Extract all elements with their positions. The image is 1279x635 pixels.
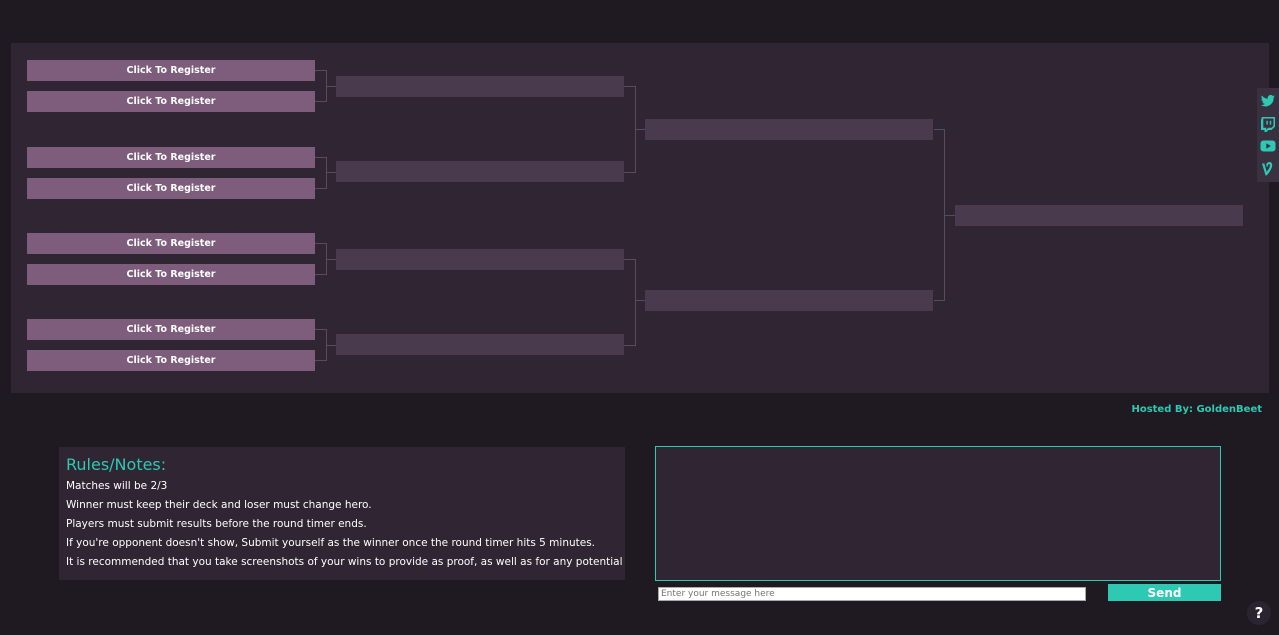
rules-line: Players must submit results before the r…	[66, 518, 367, 530]
rules-line: Matches will be 2/3	[66, 480, 168, 492]
rules-line: If you're opponent doesn't show, Submit …	[66, 537, 596, 549]
register-slot-5[interactable]: Click To Register	[27, 233, 315, 254]
register-slot-8[interactable]: Click To Register	[27, 350, 315, 371]
register-slot-6[interactable]: Click To Register	[27, 264, 315, 285]
twitter-icon[interactable]	[1260, 93, 1276, 109]
round2-slot-2	[336, 161, 624, 182]
rules-panel: Rules/Notes: Matches will be 2/3 Winner …	[59, 447, 625, 580]
register-slot-1[interactable]: Click To Register	[27, 60, 315, 81]
round2-slot-1	[336, 76, 624, 97]
round2-slot-4	[336, 334, 624, 355]
round2-slot-3	[336, 249, 624, 270]
register-slot-3[interactable]: Click To Register	[27, 147, 315, 168]
register-slot-2[interactable]: Click To Register	[27, 91, 315, 112]
bracket-connector	[327, 86, 336, 87]
bracket-connector	[327, 172, 336, 173]
bracket-connector	[315, 70, 327, 102]
help-button[interactable]: ?	[1247, 601, 1271, 625]
twitch-icon[interactable]	[1260, 116, 1276, 132]
register-slot-7[interactable]: Click To Register	[27, 319, 315, 340]
rules-line: Winner must keep their deck and loser mu…	[66, 499, 372, 511]
social-bar	[1257, 88, 1279, 182]
bracket-connector	[624, 259, 636, 346]
final-slot	[955, 205, 1243, 226]
send-button[interactable]: Send	[1108, 584, 1221, 601]
vine-icon[interactable]	[1260, 161, 1276, 177]
bracket-connector	[315, 243, 327, 275]
bracket-connector	[934, 129, 945, 301]
bracket-connector	[636, 129, 645, 130]
bracket-connector	[624, 86, 636, 173]
bracket-connector	[327, 345, 336, 346]
bracket-connector	[636, 300, 645, 301]
hosted-by-label: Hosted By: GoldenBeet	[1131, 404, 1262, 415]
bracket-connector	[945, 215, 955, 216]
bracket-connector	[315, 157, 327, 189]
bracket-connector	[327, 259, 336, 260]
youtube-icon[interactable]	[1260, 138, 1276, 154]
chat-messages[interactable]	[655, 446, 1221, 581]
round3-slot-2	[645, 290, 933, 311]
rules-title: Rules/Notes:	[66, 455, 167, 474]
chat-message-input[interactable]	[658, 587, 1086, 601]
bracket-connector	[315, 329, 327, 361]
round3-slot-1	[645, 119, 933, 140]
register-slot-4[interactable]: Click To Register	[27, 178, 315, 199]
rules-line: It is recommended that you take screensh…	[66, 556, 623, 568]
